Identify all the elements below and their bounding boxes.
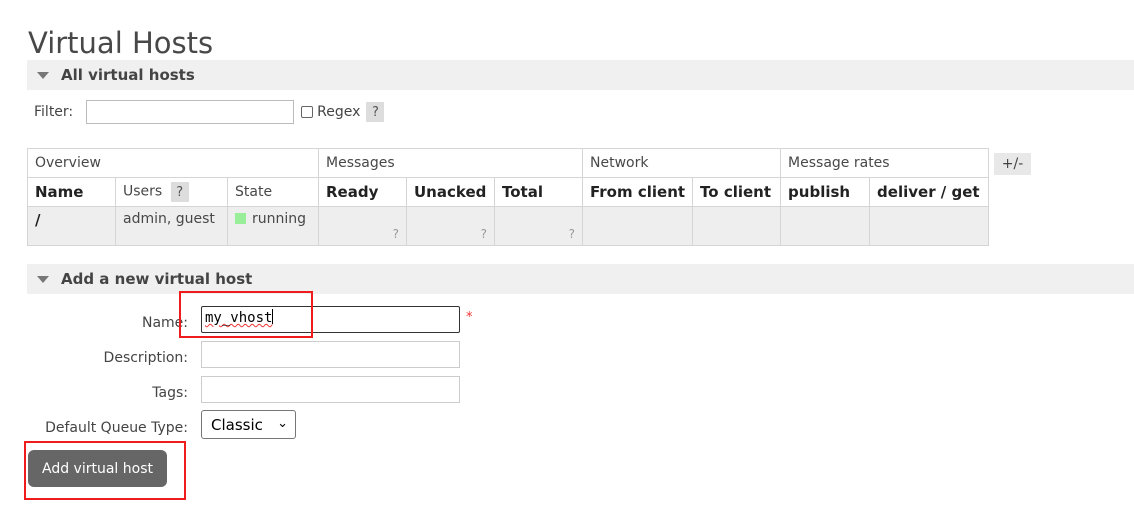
group-message-rates: Message rates — [780, 148, 990, 178]
button-highlight-box — [24, 441, 186, 500]
vhost-ready: ? — [318, 206, 407, 246]
vhost-state: running — [227, 206, 319, 246]
section-title: All virtual hosts — [61, 66, 195, 84]
col-state[interactable]: State — [227, 177, 319, 207]
col-total[interactable]: Total — [494, 177, 583, 207]
table-row[interactable]: / admin, guest running ? ? ? — [27, 206, 990, 246]
vhost-publish — [780, 206, 871, 246]
group-overview: Overview — [27, 148, 319, 178]
vhost-users: admin, guest — [115, 206, 228, 246]
col-from-client[interactable]: From client — [581, 177, 694, 207]
page-title: Virtual Hosts — [28, 26, 214, 60]
required-marker: * — [466, 310, 473, 325]
queue-type-selected: Classic — [211, 415, 263, 434]
queue-type-select[interactable]: Classic ⌄ — [201, 410, 296, 439]
col-ready[interactable]: Ready — [318, 177, 407, 207]
col-users[interactable]: Users ? — [115, 177, 228, 207]
vhost-unacked: ? — [406, 206, 495, 246]
vhost-name-link[interactable]: / — [27, 206, 116, 246]
col-name[interactable]: Name — [27, 177, 116, 207]
description-label: Description: — [103, 350, 188, 366]
group-messages: Messages — [318, 148, 583, 178]
filter-row: Filter: Regex ? — [34, 100, 385, 124]
all-vhosts-section-header[interactable]: All virtual hosts — [27, 60, 1134, 90]
filter-input[interactable] — [86, 100, 295, 124]
tags-label: Tags: — [152, 385, 188, 401]
regex-help-icon[interactable]: ? — [366, 102, 385, 122]
queue-type-label: Default Queue Type: — [45, 420, 188, 436]
running-status-icon — [235, 213, 246, 224]
users-help-icon[interactable]: ? — [170, 182, 189, 202]
col-deliver-get[interactable]: deliver / get — [869, 177, 990, 207]
collapse-triangle-icon — [37, 71, 49, 79]
col-to-client[interactable]: To client — [692, 177, 782, 207]
col-unacked[interactable]: Unacked — [406, 177, 495, 207]
chevron-down-icon: ⌄ — [277, 416, 288, 431]
regex-checkbox[interactable] — [301, 106, 314, 118]
vhost-to-client — [692, 206, 782, 246]
group-network: Network — [581, 148, 782, 178]
vhost-deliver-get — [869, 206, 990, 246]
add-vhost-section-header[interactable]: Add a new virtual host — [27, 264, 1134, 294]
vhost-from-client — [581, 206, 694, 246]
tags-input[interactable] — [201, 376, 460, 403]
vhost-total: ? — [494, 206, 583, 246]
description-input[interactable] — [201, 341, 460, 368]
name-highlight-box — [179, 291, 313, 338]
virtual-hosts-table: Overview Messages Network Message rates … — [27, 148, 990, 246]
section-title: Add a new virtual host — [61, 270, 253, 288]
regex-label: Regex — [317, 104, 361, 120]
collapse-triangle-icon — [37, 275, 49, 283]
column-toggle-button[interactable]: +/- — [994, 153, 1031, 175]
filter-label: Filter: — [34, 104, 74, 120]
col-publish[interactable]: publish — [780, 177, 871, 207]
